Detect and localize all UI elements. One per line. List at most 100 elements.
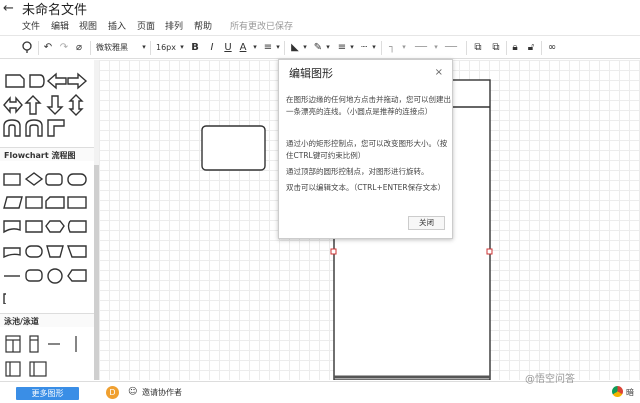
shape-pool-h[interactable] — [29, 361, 47, 377]
send-back-icon[interactable]: ⧉ — [490, 40, 502, 55]
add-user-icon[interactable]: ☺ — [128, 387, 137, 397]
shape-u-turn[interactable] — [3, 119, 21, 137]
underline-button[interactable]: U — [223, 40, 233, 55]
format-painter-icon[interactable] — [20, 40, 34, 55]
font-size-select[interactable]: 16px — [155, 40, 177, 55]
chevron-down-icon[interactable]: ▾ — [370, 40, 378, 55]
shape-manual-input[interactable] — [46, 245, 64, 258]
back-arrow-icon[interactable]: ← — [3, 1, 14, 16]
shape-data[interactable] — [3, 196, 23, 209]
menu-edit[interactable]: 编辑 — [51, 19, 69, 32]
document-title[interactable]: 未命名文件 — [22, 0, 87, 18]
font-color-button[interactable]: A — [238, 40, 248, 55]
swimlane-shapes-group — [5, 335, 77, 377]
shape-loop-limit[interactable] — [25, 269, 43, 282]
end-arrow-icon[interactable]: ── — [440, 40, 462, 55]
toolbar: ↶ ↷ ⌀ 微软雅黑 ▾ 16px ▾ B I U A ▾ ≡ ▾ ◣ ▾ ✎ … — [0, 35, 640, 59]
shape-manual-op[interactable] — [25, 220, 43, 233]
chevron-down-icon[interactable]: ▾ — [178, 40, 186, 55]
chevron-down-icon[interactable]: ▾ — [348, 40, 356, 55]
title-bar: ← 未命名文件 — [0, 0, 640, 18]
invite-collaborator-link[interactable]: 邀请协作者 — [142, 387, 182, 398]
swimlane-section-title[interactable]: 泳池/泳道 — [0, 313, 94, 327]
redo-icon[interactable]: ↷ — [58, 40, 70, 55]
dialog-tip-rotate: 通过顶部的圆形控制点，对图形进行旋转。 — [286, 167, 429, 176]
bold-button[interactable]: B — [190, 40, 200, 55]
shape-decision[interactable] — [24, 172, 44, 186]
browser-tab-label[interactable]: 暗 — [626, 387, 634, 398]
font-family-select[interactable]: 微软雅黑 — [96, 40, 140, 55]
chevron-down-icon[interactable]: ▾ — [432, 40, 440, 55]
line-style-icon[interactable]: ┈ — [358, 40, 370, 55]
shape-delay[interactable] — [29, 74, 45, 88]
shape-preparation[interactable] — [45, 220, 65, 233]
dialog-close-button[interactable]: 关闭 — [408, 216, 445, 230]
menu-arrange[interactable]: 排列 — [165, 19, 183, 32]
shape-folded-rect[interactable] — [5, 74, 25, 88]
shape-predefined[interactable] — [25, 196, 43, 209]
fill-bucket-icon[interactable]: ◣ — [289, 40, 301, 55]
menu-view[interactable]: 视图 — [79, 19, 97, 32]
chevron-down-icon[interactable]: ▾ — [274, 40, 282, 55]
flowchart-section-title[interactable]: Flowchart 流程图 — [0, 147, 94, 161]
unlock-icon[interactable]: 🔓︎ — [526, 40, 536, 55]
start-arrow-icon[interactable]: ── — [410, 40, 432, 55]
shape-right-arrow[interactable] — [67, 72, 88, 90]
chevron-down-icon[interactable]: ▾ — [140, 40, 148, 55]
line-color-icon[interactable]: ✎ — [312, 40, 324, 55]
shape-trapezoid[interactable] — [67, 245, 87, 258]
undo-icon[interactable]: ↶ — [42, 40, 54, 55]
clear-format-icon[interactable]: ⌀ — [72, 40, 86, 55]
shape-lane-v[interactable] — [29, 335, 39, 353]
shape-display[interactable] — [25, 245, 43, 258]
shape-internal-storage[interactable] — [67, 196, 87, 209]
italic-button[interactable]: I — [207, 40, 217, 55]
shape-left-arrow[interactable] — [46, 72, 67, 90]
bring-front-icon[interactable]: ⧉ — [472, 40, 484, 55]
shape-document[interactable] — [3, 220, 21, 234]
shape-u-turn-2[interactable] — [25, 119, 43, 137]
shape-updown-arrow[interactable] — [68, 94, 84, 116]
more-shapes-button[interactable]: 更多图形 — [16, 387, 79, 400]
shape-up-arrow[interactable] — [24, 95, 42, 115]
chrome-icon[interactable] — [612, 386, 623, 397]
shape-offpage[interactable] — [67, 269, 87, 282]
toolbar-divider — [90, 41, 91, 55]
dialog-title: 编辑图形 — [289, 67, 333, 80]
shape-process[interactable] — [3, 173, 21, 186]
shape-terminator[interactable] — [45, 173, 63, 186]
shape-corner[interactable] — [47, 119, 65, 137]
shape-rounded[interactable] — [67, 173, 87, 186]
chevron-down-icon[interactable]: ▾ — [301, 40, 309, 55]
chevron-down-icon[interactable]: ▾ — [400, 40, 408, 55]
shape-library: Flowchart 流程图 泳池/泳道 — [0, 60, 94, 380]
lock-icon[interactable]: 🔒︎ — [510, 40, 520, 55]
link-icon[interactable]: ∞ — [545, 40, 559, 55]
canvas-rounded-rect[interactable] — [201, 125, 266, 171]
avatar[interactable]: D — [106, 386, 119, 399]
shape-down-arrow[interactable] — [46, 95, 64, 115]
toolbar-divider — [284, 41, 285, 55]
menu-file[interactable]: 文件 — [22, 19, 40, 32]
shape-multi-doc[interactable] — [3, 247, 21, 259]
dialog-tip-edit-text: 双击可以编辑文本。（CTRL+ENTER保存文本） — [286, 183, 446, 192]
line-weight-icon[interactable]: ≡ — [336, 40, 348, 55]
close-icon[interactable]: × — [435, 67, 443, 79]
menu-help[interactable]: 帮助 — [194, 19, 212, 32]
resize-handle[interactable] — [486, 248, 493, 255]
align-icon[interactable]: ≡ — [262, 40, 274, 55]
shape-annotation[interactable] — [3, 293, 6, 304]
menu-insert[interactable]: 插入 — [108, 19, 126, 32]
menu-page[interactable]: 页面 — [137, 19, 155, 32]
edit-shape-dialog: 编辑图形 × 在图形边缘的任何地方点击并拖动，您可以创建出一条漂亮的连线。（小圆… — [278, 59, 453, 239]
connector-style-icon[interactable]: ┐ — [386, 40, 398, 55]
watermark: @悟空问答 — [525, 374, 575, 385]
shape-double-arrow[interactable] — [3, 96, 23, 114]
resize-handle[interactable] — [330, 248, 337, 255]
shape-swimlane-h[interactable] — [5, 361, 21, 377]
shape-stored-data[interactable] — [67, 220, 87, 233]
shape-card[interactable] — [45, 196, 65, 209]
chevron-down-icon[interactable]: ▾ — [324, 40, 332, 55]
shape-connector[interactable] — [47, 268, 63, 284]
chevron-down-icon[interactable]: ▾ — [251, 40, 259, 55]
